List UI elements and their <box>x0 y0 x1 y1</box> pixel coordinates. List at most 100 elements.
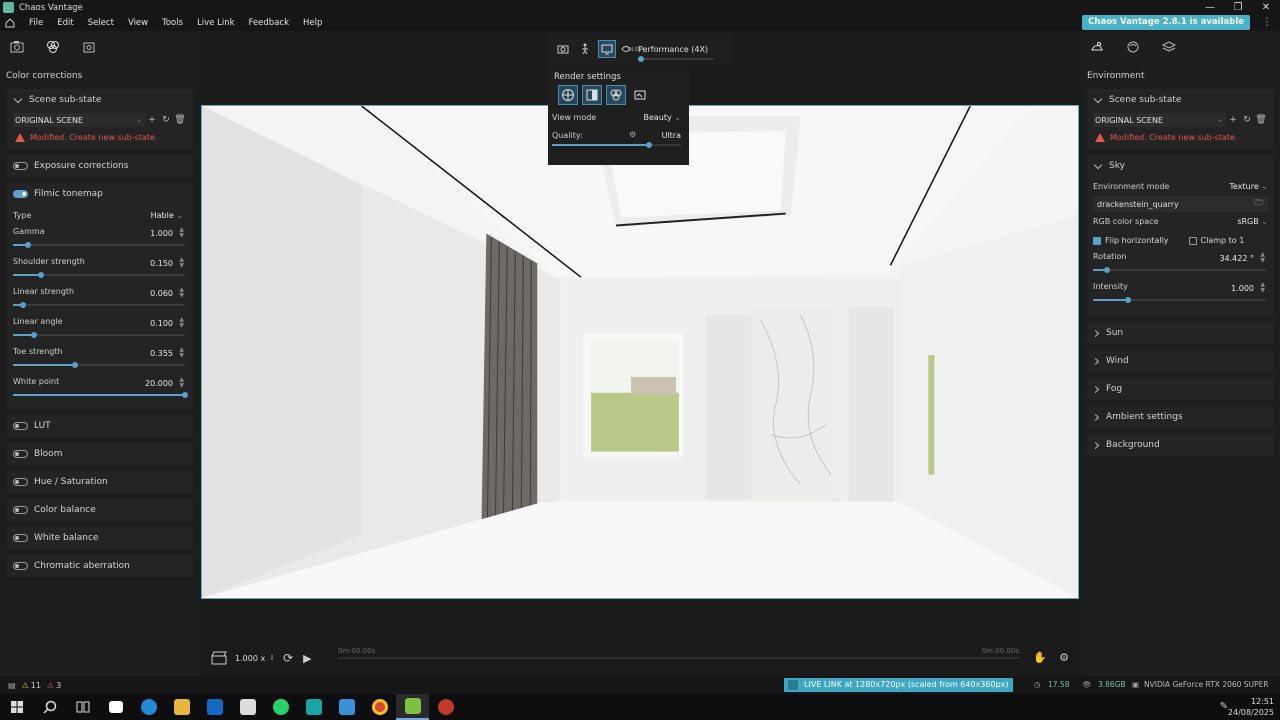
camera-tab-icon[interactable] <box>10 40 24 54</box>
spinner-icon[interactable]: ▲ ▼ <box>179 347 184 359</box>
quality-slider[interactable] <box>552 142 681 148</box>
lut-toggle[interactable] <box>13 422 28 430</box>
quality-settings-icon[interactable]: ⚙ <box>629 130 636 139</box>
slider-knob[interactable] <box>182 392 188 398</box>
param-value-input[interactable]: 0.150 <box>150 259 173 268</box>
speed-spinner-icon[interactable]: ⇕ <box>269 654 275 662</box>
intensity-slider[interactable] <box>1093 297 1266 303</box>
store-icon[interactable] <box>231 694 264 720</box>
param-slider[interactable] <box>13 362 185 368</box>
spinner-icon[interactable]: ▲ ▼ <box>179 257 184 269</box>
ambient-settings-header[interactable]: Ambient settings <box>1087 406 1274 428</box>
whatsapp-icon[interactable] <box>264 694 297 720</box>
white-balance-toggle[interactable] <box>13 534 28 542</box>
refresh-icon[interactable]: ↻ <box>159 115 173 125</box>
log-icon[interactable]: ▤ <box>8 681 16 690</box>
environment-mode-select[interactable]: Texture ⌄ <box>1229 182 1268 191</box>
spinner-icon[interactable]: ▲ ▼ <box>179 227 184 239</box>
param-value-input[interactable]: 0.100 <box>150 319 173 328</box>
sun-header[interactable]: Sun <box>1087 322 1274 344</box>
pen-icon[interactable]: ✎ <box>1220 701 1228 712</box>
scene-substate-select[interactable]: ORIGINAL SCENE ⌄ <box>13 113 145 127</box>
color-balance-toggle[interactable] <box>13 506 28 514</box>
color-balance-header[interactable]: Color balance <box>7 499 193 521</box>
spinner-icon[interactable]: ▲ ▼ <box>1260 282 1265 294</box>
play-icon[interactable]: ▶ <box>303 652 311 665</box>
add-icon[interactable]: + <box>145 115 159 125</box>
param-slider[interactable] <box>13 272 185 278</box>
param-value-input[interactable]: 20.000 <box>145 379 173 388</box>
param-value-input[interactable]: 1.000 <box>150 229 173 238</box>
warnings-count[interactable]: 11 <box>31 681 41 690</box>
menu-file[interactable]: File <box>29 18 43 28</box>
update-available-badge[interactable]: Chaos Vantage 2.8.1 is available <box>1082 15 1250 30</box>
slider-knob[interactable] <box>25 242 32 248</box>
rotation-slider[interactable] <box>1093 267 1266 273</box>
chromatic-aberration-header[interactable]: Chromatic aberration <box>7 555 193 577</box>
layers-tab-icon[interactable] <box>1162 40 1176 54</box>
display-mode-icon[interactable] <box>598 40 616 58</box>
playback-speed[interactable]: 1.000 x <box>235 654 265 663</box>
texture-file-field[interactable]: drackenstein_quarry 🗁 <box>1093 196 1268 212</box>
environment-tab-icon[interactable] <box>1090 40 1104 54</box>
slider-knob[interactable] <box>30 332 37 338</box>
param-slider[interactable] <box>13 242 185 248</box>
hue-saturation-header[interactable]: Hue / Saturation <box>7 471 193 493</box>
refresh-icon[interactable]: ↻ <box>1240 115 1254 125</box>
bloom-header[interactable]: Bloom <box>7 443 193 465</box>
delete-icon[interactable]: 🗑 <box>173 115 187 125</box>
hue-saturation-toggle[interactable] <box>13 478 28 486</box>
lut-header[interactable]: LUT <box>7 415 193 437</box>
filmic-tonemap-header[interactable]: Filmic tonemap <box>7 183 193 205</box>
slider-knob[interactable] <box>71 362 78 368</box>
live-link-badge[interactable]: LIVE LINK at 1280x720px (scaled from 640… <box>784 678 1013 692</box>
chrome-icon[interactable] <box>363 694 396 720</box>
timeline-track[interactable] <box>338 657 1019 659</box>
white-balance-header[interactable]: White balance <box>7 527 193 549</box>
spinner-icon[interactable]: ▲ ▼ <box>1260 252 1265 264</box>
task-view-icon[interactable] <box>66 694 99 720</box>
rotation-value-input[interactable]: 34.422 ° <box>1219 254 1254 263</box>
spinner-icon[interactable]: ▲ ▼ <box>179 287 184 299</box>
home-icon[interactable] <box>5 18 15 28</box>
performance-control[interactable]: Performance (4X) <box>638 45 714 62</box>
menu-select[interactable]: Select <box>88 18 114 28</box>
rgb-color-space-select[interactable]: sRGB ⌄ <box>1237 217 1268 226</box>
background-header[interactable]: Background <box>1087 434 1274 456</box>
performance-slider[interactable] <box>638 55 714 62</box>
chromatic-aberration-toggle[interactable] <box>13 562 28 570</box>
menu-view[interactable]: View <box>128 18 148 28</box>
camera-mode-icon[interactable] <box>554 40 572 58</box>
system-clock[interactable]: 12:51 24/08/2025 <box>1228 696 1274 718</box>
maximize-button[interactable]: ❐ <box>1224 0 1252 15</box>
file-explorer-icon[interactable] <box>165 694 198 720</box>
flip-horizontally-checkbox[interactable] <box>1093 236 1101 245</box>
hand-tool-icon[interactable]: ✋ <box>1033 651 1047 664</box>
screen-recorder-icon[interactable] <box>429 694 462 720</box>
param-slider[interactable] <box>13 302 185 308</box>
tonemap-type-select[interactable]: Hable ⌄ <box>151 211 187 220</box>
draw-app-icon[interactable] <box>330 694 363 720</box>
edge-browser-icon[interactable] <box>132 694 165 720</box>
clapperboard-icon[interactable] <box>211 651 227 665</box>
slider-knob[interactable] <box>1103 267 1110 273</box>
color-channels-icon[interactable] <box>606 85 626 105</box>
param-slider[interactable] <box>13 332 185 338</box>
scene-substate-header[interactable]: Scene sub-state <box>7 89 193 111</box>
spinner-icon[interactable]: ▲ ▼ <box>179 377 184 389</box>
param-slider[interactable] <box>13 392 188 398</box>
search-icon[interactable] <box>33 694 66 720</box>
exposure-corrections-header[interactable]: Exposure corrections <box>7 155 193 177</box>
menu-feedback[interactable]: Feedback <box>249 18 289 28</box>
wind-header[interactable]: Wind <box>1087 350 1274 372</box>
intensity-value-input[interactable]: 1.000 <box>1231 284 1254 293</box>
chaos-vantage-taskbar-icon[interactable] <box>396 694 429 720</box>
color-corrections-tab-icon[interactable] <box>46 40 60 54</box>
errors-count[interactable]: 3 <box>56 681 61 690</box>
slider-knob[interactable] <box>645 142 652 148</box>
outlook-icon[interactable] <box>198 694 231 720</box>
close-button[interactable]: ✕ <box>1252 0 1280 15</box>
filmic-tonemap-toggle[interactable] <box>13 190 28 198</box>
sky-header[interactable]: Sky <box>1087 155 1274 177</box>
split-view-icon[interactable] <box>582 85 602 105</box>
